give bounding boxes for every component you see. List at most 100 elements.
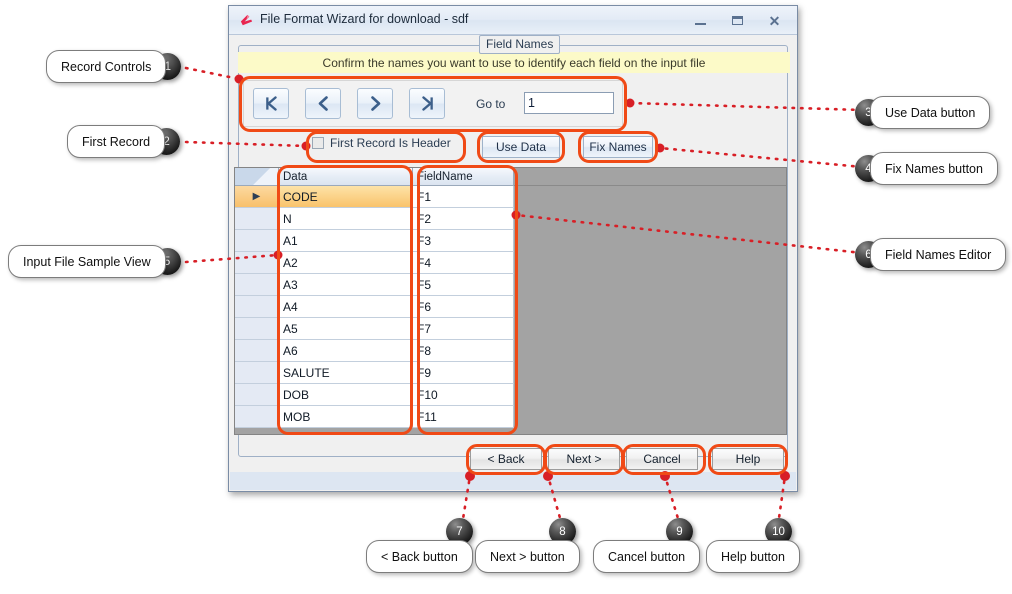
cell-data[interactable]: DOB bbox=[279, 384, 413, 406]
table-row[interactable]: A2 F4 bbox=[235, 252, 786, 274]
callout-10-label: Help button bbox=[706, 540, 800, 573]
next-record-icon bbox=[370, 96, 380, 111]
row-header-cell[interactable] bbox=[235, 318, 279, 340]
callout-3-label: Use Data button bbox=[870, 96, 991, 129]
row-header-cell[interactable] bbox=[235, 274, 279, 296]
row-filler bbox=[514, 208, 786, 230]
row-header-cell[interactable] bbox=[235, 384, 279, 406]
cell-fieldname[interactable]: F5 bbox=[413, 274, 514, 296]
last-record-button[interactable] bbox=[409, 88, 445, 119]
app-icon bbox=[240, 14, 253, 26]
cell-fieldname[interactable]: F8 bbox=[413, 340, 514, 362]
grid-header-row: Data FieldName bbox=[235, 168, 786, 186]
row-header-cell[interactable] bbox=[235, 230, 279, 252]
grid-corner-cell[interactable] bbox=[235, 168, 279, 186]
cell-fieldname[interactable]: F4 bbox=[413, 252, 514, 274]
cell-data[interactable]: MOB bbox=[279, 406, 413, 428]
first-record-is-header-checkbox[interactable]: First Record Is Header bbox=[312, 136, 451, 150]
input-file-sample-grid[interactable]: Data FieldName ▶ CODE F1 N F2 A1 F3 A2 F4 A3 F5 A4 F… bbox=[234, 167, 787, 435]
callout-6-label: Field Names Editor bbox=[870, 238, 1007, 271]
callout-1: Record Controls 1 bbox=[46, 50, 182, 83]
row-header-cell[interactable] bbox=[235, 340, 279, 362]
title-bar: File Format Wizard for download - sdf ✕ bbox=[229, 6, 797, 35]
table-row[interactable]: SALUTE F9 bbox=[235, 362, 786, 384]
row-filler bbox=[514, 340, 786, 362]
first-record-button[interactable] bbox=[253, 88, 289, 119]
table-row[interactable]: ▶ CODE F1 bbox=[235, 186, 786, 208]
maximize-icon bbox=[732, 16, 743, 25]
cell-data[interactable]: SALUTE bbox=[279, 362, 413, 384]
table-row[interactable]: DOB F10 bbox=[235, 384, 786, 406]
footer-band bbox=[230, 472, 796, 490]
cell-fieldname[interactable]: F7 bbox=[413, 318, 514, 340]
callout-5-label: Input File Sample View bbox=[8, 245, 166, 278]
callout-3: Use Data button 3 bbox=[855, 96, 991, 129]
window-title: File Format Wizard for download - sdf bbox=[260, 12, 469, 26]
cell-fieldname[interactable]: F6 bbox=[413, 296, 514, 318]
table-row[interactable]: A6 F8 bbox=[235, 340, 786, 362]
callout-1-label: Record Controls bbox=[46, 50, 167, 83]
cancel-button[interactable]: Cancel bbox=[626, 448, 698, 470]
grid-body: ▶ CODE F1 N F2 A1 F3 A2 F4 A3 F5 A4 F6 A5 F7 A6 F8 SALUTE… bbox=[235, 186, 786, 428]
table-row[interactable]: A3 F5 bbox=[235, 274, 786, 296]
previous-record-button[interactable] bbox=[305, 88, 341, 119]
close-button[interactable]: ✕ bbox=[756, 10, 793, 32]
group-label: Field Names bbox=[479, 35, 561, 54]
row-filler bbox=[514, 230, 786, 252]
cell-data[interactable]: A5 bbox=[279, 318, 413, 340]
row-filler bbox=[514, 362, 786, 384]
table-row[interactable]: A1 F3 bbox=[235, 230, 786, 252]
table-row[interactable]: A5 F7 bbox=[235, 318, 786, 340]
cell-data[interactable]: A1 bbox=[279, 230, 413, 252]
callout-4-label: Fix Names button bbox=[870, 152, 998, 185]
callout-6: Field Names Editor 6 bbox=[855, 238, 1007, 271]
row-header-cell[interactable] bbox=[235, 296, 279, 318]
row-header-cell[interactable] bbox=[235, 208, 279, 230]
column-header-data[interactable]: Data bbox=[279, 168, 413, 186]
cell-fieldname[interactable]: F10 bbox=[413, 384, 514, 406]
cell-data[interactable]: CODE bbox=[279, 186, 413, 208]
cell-data[interactable]: A4 bbox=[279, 296, 413, 318]
row-filler bbox=[514, 252, 786, 274]
cell-fieldname[interactable]: F9 bbox=[413, 362, 514, 384]
help-button[interactable]: Help bbox=[712, 448, 784, 470]
previous-record-icon bbox=[318, 96, 328, 111]
instruction-banner: Confirm the names you want to use to ide… bbox=[238, 52, 790, 73]
callout-9-label: Cancel button bbox=[593, 540, 701, 573]
row-header-cell[interactable]: ▶ bbox=[235, 186, 279, 208]
table-row[interactable]: A4 F6 bbox=[235, 296, 786, 318]
next-record-button[interactable] bbox=[357, 88, 393, 119]
use-data-button[interactable]: Use Data bbox=[482, 136, 560, 158]
callout-7-label: < Back button bbox=[366, 540, 473, 573]
row-filler bbox=[514, 384, 786, 406]
cell-fieldname[interactable]: F1 bbox=[413, 186, 514, 208]
goto-input[interactable] bbox=[524, 92, 614, 114]
cell-data[interactable]: A3 bbox=[279, 274, 413, 296]
row-filler bbox=[514, 406, 786, 428]
maximize-button[interactable] bbox=[719, 10, 756, 32]
row-filler bbox=[514, 274, 786, 296]
cell-fieldname[interactable]: F2 bbox=[413, 208, 514, 230]
table-row[interactable]: N F2 bbox=[235, 208, 786, 230]
row-filler bbox=[514, 318, 786, 340]
cell-data[interactable]: N bbox=[279, 208, 413, 230]
window-controls: ✕ bbox=[682, 6, 793, 35]
record-controls-panel: Go to bbox=[243, 80, 623, 127]
column-header-fieldname[interactable]: FieldName bbox=[413, 168, 514, 186]
last-record-icon bbox=[421, 96, 433, 111]
table-row[interactable]: MOB F11 bbox=[235, 406, 786, 428]
first-record-icon bbox=[265, 96, 277, 111]
minimize-button[interactable] bbox=[682, 10, 719, 32]
back-button[interactable]: < Back bbox=[470, 448, 542, 470]
row-header-cell[interactable] bbox=[235, 406, 279, 428]
row-header-cell[interactable] bbox=[235, 252, 279, 274]
goto-label: Go to bbox=[476, 97, 506, 111]
cell-fieldname[interactable]: F11 bbox=[413, 406, 514, 428]
grid-header-filler bbox=[514, 168, 786, 186]
cell-data[interactable]: A2 bbox=[279, 252, 413, 274]
fix-names-button[interactable]: Fix Names bbox=[583, 136, 653, 158]
cell-fieldname[interactable]: F3 bbox=[413, 230, 514, 252]
row-header-cell[interactable] bbox=[235, 362, 279, 384]
cell-data[interactable]: A6 bbox=[279, 340, 413, 362]
next-button[interactable]: Next > bbox=[548, 448, 620, 470]
